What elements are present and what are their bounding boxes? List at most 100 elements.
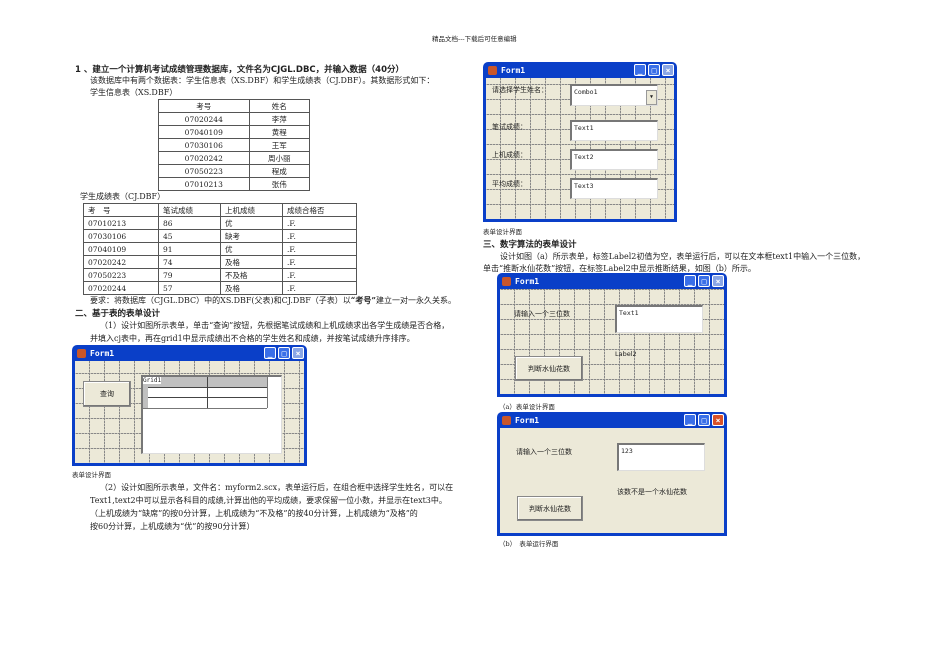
table-cell: 上机成绩 [220, 203, 284, 217]
table-cell: 及格 [220, 281, 284, 295]
section-1-intro: 该数据库中有两个数据表：学生信息表（XS.DBF）和学生成绩表（CJ.DBF）。… [90, 76, 435, 85]
result-label: 该数不是一个水仙花数 [617, 488, 687, 496]
close-button[interactable]: × [712, 275, 724, 287]
table-cell: 成绩合格否 [282, 203, 357, 217]
s2-p2-line1: （2）设计如图所示表单，文件名：myform2.scx，表单运行后，在组合框中选… [100, 483, 454, 492]
grid1-label: Grid1 [143, 377, 162, 384]
table-cell: 优 [220, 216, 284, 230]
table-cell: 74 [158, 255, 222, 269]
s2-p1-line1: （1）设计如图所示表单，单击“查询”按钮，先根据笔试成绩和上机成绩求出各学生成绩… [100, 321, 450, 330]
minimize-button[interactable]: _ [264, 347, 276, 359]
section-2-heading: 二、基于表的表单设计 [75, 309, 161, 319]
chevron-down-icon[interactable]: ▼ [646, 90, 657, 105]
table-cell: 86 [158, 216, 222, 230]
s2-p2-line2: Text1,text2中可以显示各科目的成绩,计算出他的平均成绩，要求保留一位小… [90, 496, 447, 505]
fox-icon [77, 348, 86, 358]
cj-table: 考 号笔试成绩 上机成绩 成绩合格否 07010213 86 优 .F. 07030106 45… [82, 203, 357, 295]
table-cell: .F. [282, 281, 357, 295]
table-cell: .F. [282, 229, 357, 243]
table-cell: 57 [158, 281, 222, 295]
table-row: 07040109 黄程 [158, 125, 311, 139]
table-cell: .F. [282, 268, 357, 282]
table-row: 07040109 91 优 .F. [82, 242, 357, 256]
table-cell: 07010213 [82, 216, 160, 230]
maximize-button[interactable]: □ [698, 275, 710, 287]
table-cell: 周小丽 [248, 151, 311, 165]
prompt-label: 请输入一个三位数 [514, 310, 570, 318]
table-cell: 07050223 [82, 268, 160, 282]
table-cell: .F. [282, 242, 357, 256]
close-button[interactable]: × [662, 64, 674, 76]
window-title: Form1 [515, 415, 540, 425]
table-row: 07020242 周小丽 [158, 151, 311, 165]
window-title: Form1 [501, 65, 526, 75]
table-cell: 黄程 [248, 125, 311, 139]
minimize-button[interactable]: _ [634, 64, 646, 76]
table-cell: 07040109 [82, 242, 160, 256]
table-cell: 考 号 [82, 203, 160, 217]
table-row: 07030106 王军 [158, 138, 311, 152]
table-row: 07030106 45 缺考 .F. [82, 229, 357, 243]
table-cell: 07020242 [158, 151, 250, 165]
text1-input[interactable]: 123 [617, 443, 705, 471]
table-cell: 张伟 [248, 177, 311, 191]
label-written-score: 笔试成绩： [492, 123, 527, 131]
maximize-button[interactable]: □ [278, 347, 290, 359]
text2-input[interactable]: Text2 [570, 149, 658, 170]
judge-narcissistic-button[interactable]: 判断水仙花数 [517, 496, 583, 521]
table-cell: 91 [158, 242, 222, 256]
minimize-button[interactable]: _ [684, 414, 696, 426]
table-cell: 及格 [220, 255, 284, 269]
table-cell: 07020244 [82, 281, 160, 295]
close-button[interactable]: × [712, 414, 724, 426]
table-cell: 不及格 [220, 268, 284, 282]
requirement-text: 要求：将数据库（CJGL.DBC）中的XS.DBF(父表)和CJ.DBF（子表）… [90, 295, 456, 305]
s2-p2-line3: （上机成绩为“缺席”的按0分计算，上机成绩为“不及格”的按40分计算，上机成绩为… [90, 509, 418, 518]
xs-table: 考号 姓名 07020244 李萍 07040109 黄程 07030106 王军 070202… [158, 99, 311, 191]
maximize-button[interactable]: □ [648, 64, 660, 76]
page-header: 精品文档---下载后可任意编辑 [432, 35, 517, 43]
table-row: 07020242 74 及格 .F. [82, 255, 357, 269]
window-title: Form1 [515, 276, 540, 286]
query-button[interactable]: 查询 [83, 381, 131, 407]
section-1-heading: 1 、建立一个计算机考试成绩管理数据库，文件名为CJGL.DBC，并输入数据（4… [75, 65, 405, 75]
table-cell: 优 [220, 242, 284, 256]
label-average-score: 平均成绩： [492, 180, 527, 188]
table-cell: .F. [282, 255, 357, 269]
fox-icon [502, 276, 511, 286]
table-cell: 考号 [158, 99, 250, 113]
maximize-button[interactable]: □ [698, 414, 710, 426]
table-cell: 07040109 [158, 125, 250, 139]
judge-narcissistic-button[interactable]: 判断水仙花数 [515, 356, 583, 381]
minimize-button[interactable]: _ [684, 275, 696, 287]
text1-input[interactable]: Text1 [570, 120, 658, 141]
caption-a: （a）表单设计界面 [499, 403, 555, 411]
table-row: 07020244 李萍 [158, 112, 311, 126]
prompt-label: 请输入一个三位数 [516, 448, 572, 456]
combo1[interactable]: Combo1 ▼ [570, 84, 658, 106]
close-button[interactable]: × [292, 347, 304, 359]
grid1[interactable]: Grid1 [141, 375, 282, 454]
table-cell: 笔试成绩 [158, 203, 222, 217]
table-row: 07020244 57 及格 .F. [82, 281, 357, 295]
table-header-row: 考 号笔试成绩 上机成绩 成绩合格否 [82, 203, 357, 217]
label-select-student: 请选择学生姓名： [492, 86, 548, 94]
table-cell: 07020244 [158, 112, 250, 126]
label-lab-score: 上机成绩： [492, 151, 527, 159]
caption-b: （b） 表单运行界面 [499, 540, 559, 548]
fox-icon [488, 65, 497, 75]
table-cell: 07020242 [82, 255, 160, 269]
s3-p-line1: 设计如图（a）所示表单，标签Label2初值为空，表单运行后，可以在文本框tex… [500, 252, 866, 261]
fox-icon [502, 415, 511, 425]
table-cell: .F. [282, 216, 357, 230]
text3-input[interactable]: Text3 [570, 178, 658, 199]
cj-table-title: 学生成绩表（CJ.DBF） [80, 192, 166, 201]
table-row: 07010213 86 优 .F. [82, 216, 357, 230]
caption-form2: 表单设计界面 [483, 228, 522, 236]
table-row: 07010213 张伟 [158, 177, 311, 191]
form-b-window: Form1 _ □ × 请输入一个三位数 123 该数不是一个水仙花数 判断水仙花数 [497, 412, 727, 536]
text1-input[interactable]: Text1 [615, 305, 703, 333]
label2: Label2 [615, 350, 637, 358]
xs-table-title: 学生信息表（XS.DBF） [90, 88, 178, 97]
table-cell: 07010213 [158, 177, 250, 191]
